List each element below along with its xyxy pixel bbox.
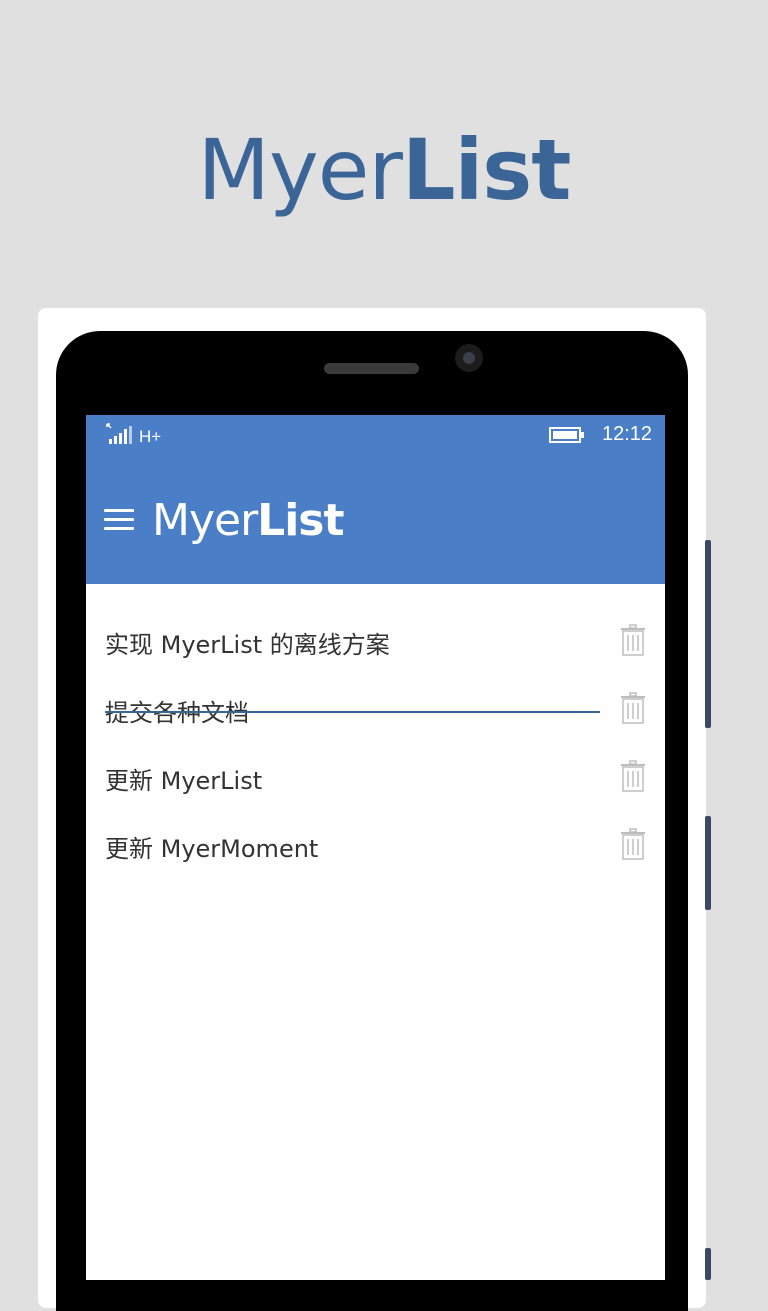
phone-camera bbox=[455, 344, 483, 372]
network-type: H+ bbox=[139, 427, 162, 446]
hero-title: MyerList bbox=[0, 120, 768, 220]
todo-item[interactable]: 更新 MyerMoment bbox=[86, 815, 665, 883]
todo-text[interactable]: 更新 MyerMoment bbox=[105, 829, 318, 864]
todo-text[interactable]: 实现 MyerList 的离线方案 bbox=[105, 625, 390, 660]
phone-speaker bbox=[324, 363, 419, 374]
power-button bbox=[705, 816, 711, 910]
trash-icon[interactable] bbox=[620, 760, 646, 792]
phone-bezel-right bbox=[665, 415, 688, 1280]
trash-icon[interactable] bbox=[620, 692, 646, 724]
signal-strength-icon bbox=[106, 423, 132, 444]
todo-list: 实现 MyerList 的离线方案 提交各种文档 更新 MyerList 更新 … bbox=[86, 611, 665, 883]
battery-icon bbox=[549, 427, 584, 443]
todo-item[interactable]: 实现 MyerList 的离线方案 bbox=[86, 611, 665, 679]
status-time: 12:12 bbox=[602, 423, 653, 445]
camera-button bbox=[705, 1248, 711, 1280]
trash-icon[interactable] bbox=[620, 828, 646, 860]
strikethrough-line bbox=[105, 711, 600, 713]
hero-title-bold: List bbox=[401, 121, 571, 219]
status-bar: H+ 12:12 bbox=[86, 415, 665, 455]
volume-button bbox=[705, 540, 711, 728]
hamburger-menu-icon[interactable] bbox=[104, 509, 134, 531]
todo-item-completed[interactable]: 提交各种文档 bbox=[86, 679, 665, 747]
app-bar: H+ 12:12 MyerList bbox=[86, 415, 665, 584]
app-title-light: Myer bbox=[152, 495, 258, 546]
app-title-bold: List bbox=[257, 495, 344, 546]
hero-title-light: Myer bbox=[197, 121, 403, 219]
app-title: MyerList bbox=[152, 493, 345, 549]
todo-item[interactable]: 更新 MyerList bbox=[86, 747, 665, 815]
trash-icon[interactable] bbox=[620, 624, 646, 656]
todo-text[interactable]: 更新 MyerList bbox=[105, 761, 262, 796]
phone-screen: H+ 12:12 MyerList 实现 MyerList 的离线方案 提交各种… bbox=[86, 415, 665, 1280]
